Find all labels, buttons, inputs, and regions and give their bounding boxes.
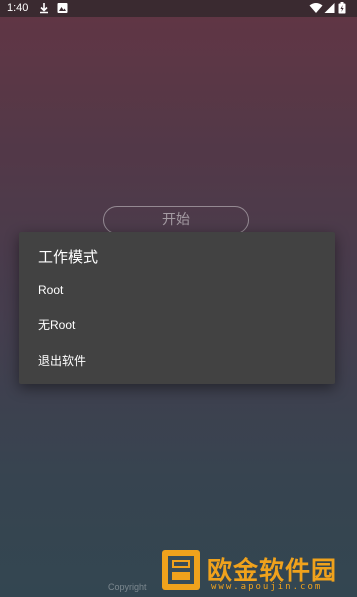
dialog-option-root[interactable]: Root	[19, 272, 335, 308]
app-screen: 1:40 开始 工作模式 Root 无Root 退出软件 Copyright 欧…	[0, 0, 357, 597]
watermark-url: www.apoujin.com	[211, 582, 323, 592]
dialog-option-label: 退出软件	[38, 354, 87, 368]
wifi-icon	[309, 3, 323, 13]
dialog-option-label: Root	[38, 283, 64, 297]
dialog-option-exit[interactable]: 退出软件	[19, 343, 335, 379]
dialog-title: 工作模式	[38, 248, 99, 266]
battery-icon	[338, 2, 346, 14]
dialog-option-label: 无Root	[38, 318, 76, 332]
status-bar: 1:40	[0, 0, 357, 17]
signal-icon	[324, 3, 335, 13]
watermark: 欧金软件园 www.apoujin.com	[160, 548, 350, 594]
work-mode-dialog: 工作模式 Root 无Root 退出软件	[19, 232, 335, 384]
copyright-text: Copyright	[108, 582, 147, 592]
watermark-logo-icon	[162, 550, 200, 590]
download-icon	[40, 3, 48, 14]
status-time: 1:40	[7, 2, 29, 14]
image-notification-icon	[57, 3, 68, 13]
dialog-option-no-root[interactable]: 无Root	[19, 307, 335, 343]
